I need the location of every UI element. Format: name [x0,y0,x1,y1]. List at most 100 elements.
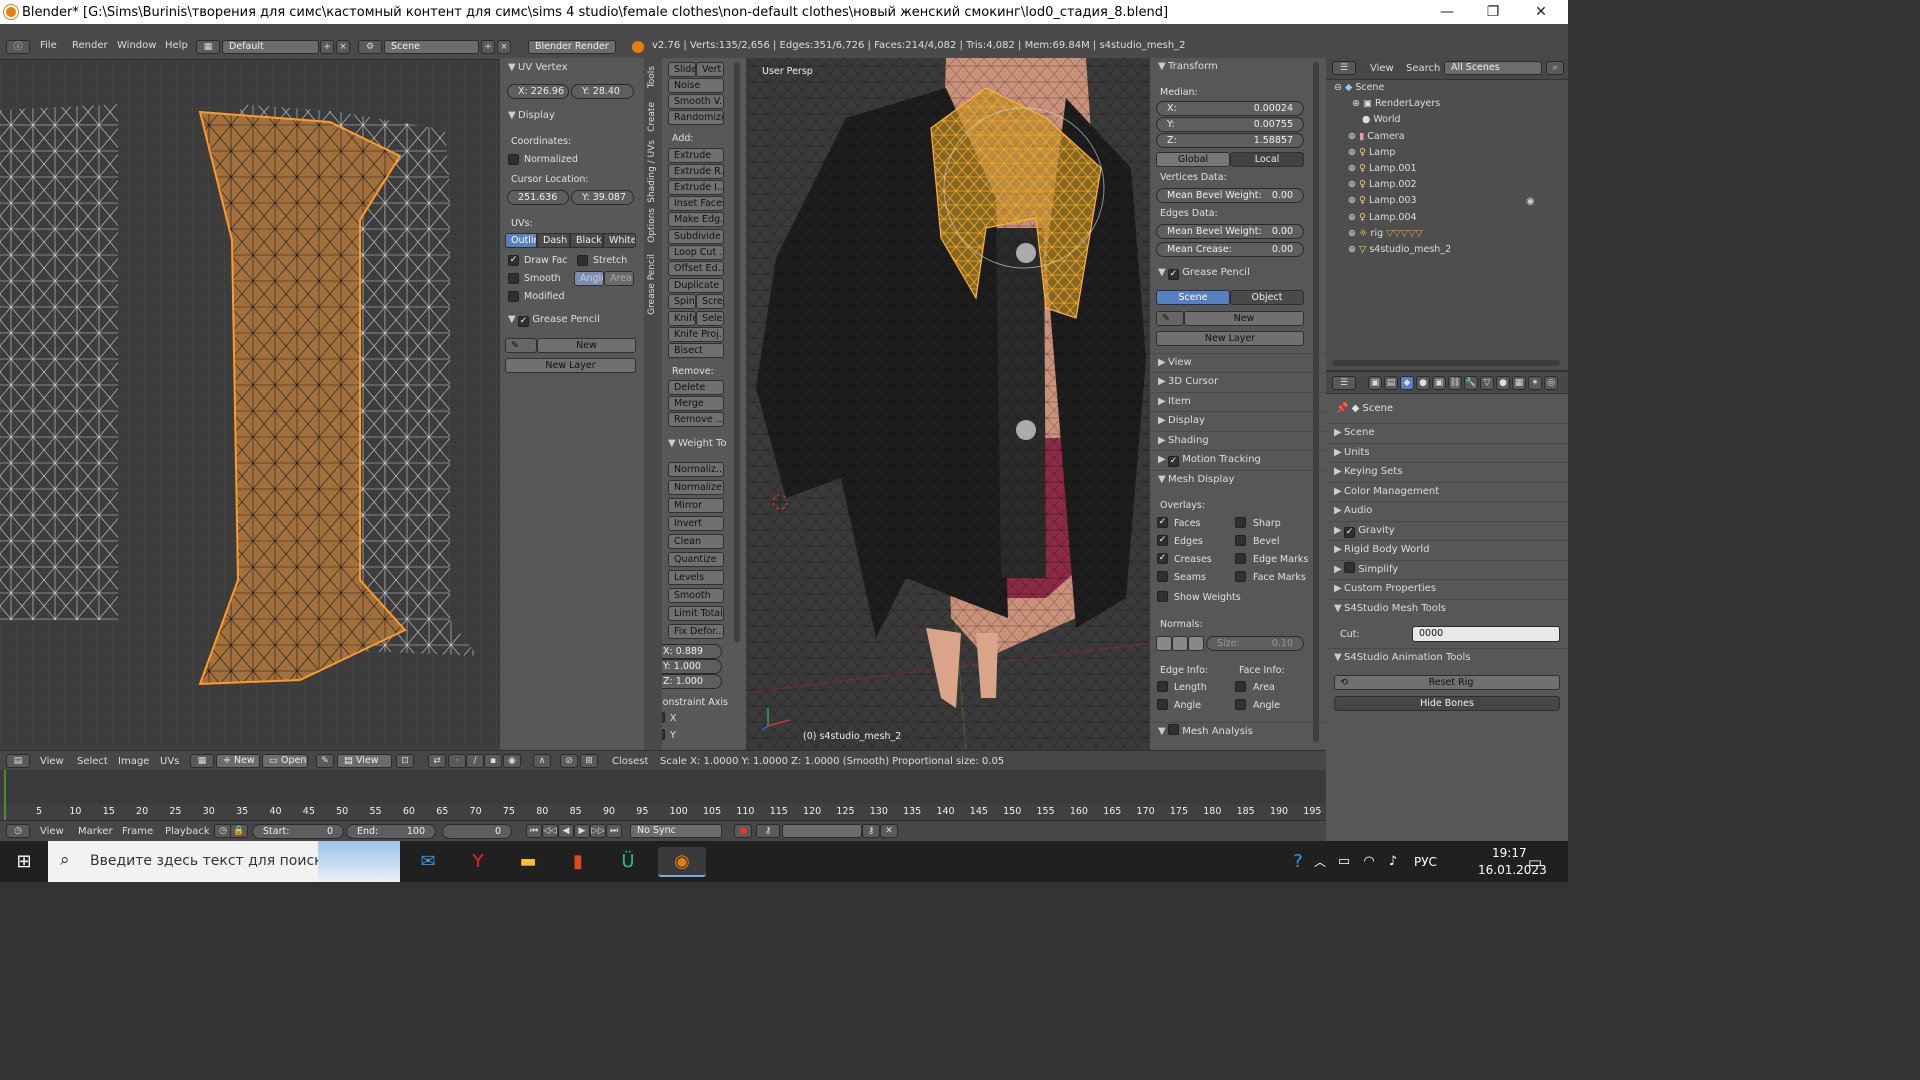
overlay-edge-marks-checkbox[interactable] [1235,553,1246,564]
tool-smooth[interactable]: Smooth [668,588,724,603]
language-indicator[interactable]: РУС [1414,855,1437,869]
display-header[interactable]: ▼ Display [508,110,555,121]
pencil-icon[interactable]: ✎ [505,338,537,353]
uv-vertex-header[interactable]: ▼ UV Vertex [508,62,567,73]
timeline-menu-view[interactable]: View [40,826,64,837]
jump-start-icon[interactable]: ⏮ [526,824,542,838]
scene-field[interactable]: Scene [384,40,479,54]
vertex-normals-icon[interactable] [1156,636,1172,651]
grease-new-layer-button[interactable]: New Layer [505,358,636,373]
timeline-menu-frame[interactable]: Frame [122,826,153,837]
edge-length-checkbox[interactable] [1157,681,1168,692]
windows-start-icon[interactable]: ⊞ [6,847,42,877]
tray-chevron-icon[interactable]: ︿ [1310,847,1330,877]
constraints-tab-icon[interactable]: ⛓ [1448,376,1462,390]
material-tab-icon[interactable]: ● [1496,376,1510,390]
jump-end-icon[interactable]: ⏭ [606,824,622,838]
tool-shelf-scrollbar[interactable] [734,62,740,642]
value-y-field[interactable]: Y: 1.000 [662,659,722,674]
particles-tab-icon[interactable]: ✶ [1528,376,1542,390]
taskbar-search-box[interactable]: ⌕ Введите здесь текст для поиска [48,841,400,882]
maximize-button[interactable]: ❐ [1470,0,1516,24]
section-color-management[interactable]: ▶ Color Management [1326,482,1568,501]
tool-limit-total[interactable]: Limit Total [668,606,724,621]
section-keying-sets[interactable]: ▶ Keying Sets [1326,462,1568,481]
image-open-button[interactable]: ▭ Open [262,754,308,768]
uv-mode-dash[interactable]: Dash [537,233,570,248]
add-layout-icon[interactable]: + [320,40,334,54]
world-tab-icon[interactable]: ● [1416,376,1430,390]
cursor-y-field[interactable]: Y: 39.087 [571,190,634,205]
outliner-item-renderlayers[interactable]: ⊕ ▣ RenderLayers [1352,98,1440,114]
layers-tab-icon[interactable]: ▤ [1384,376,1398,390]
timeline-menu-playback[interactable]: Playback [165,826,210,837]
mean-crease-field[interactable]: Mean Crease: 0.00 [1156,242,1304,257]
uv-editor[interactable] [0,60,500,750]
outliner-item-camera[interactable]: ⊕ ▮ Camera [1348,131,1405,147]
image-new-button[interactable]: + New [216,754,260,768]
stretch-checkbox[interactable] [577,255,588,266]
section-custom-properties[interactable]: ▶ Custom Properties [1326,579,1568,598]
tab-create[interactable]: Create [647,102,657,132]
local-toggle[interactable]: Local [1230,152,1304,167]
tool-merge[interactable]: Merge [668,396,724,411]
tool-extrude[interactable]: Extrude [668,148,724,163]
vertex-bevel-weight-field[interactable]: Mean Bevel Weight: 0.00 [1156,188,1304,203]
median-y-field[interactable]: Y: 0.00755 [1156,117,1304,132]
grease-new-layer-button-3d[interactable]: New Layer [1156,331,1304,346]
global-toggle[interactable]: Global [1156,152,1230,167]
modifiers-tab-icon[interactable]: 🔧 [1464,376,1478,390]
play-icon[interactable]: ▶ [574,824,590,838]
sync-mode-select[interactable]: No Sync [630,824,722,838]
start-frame-field[interactable]: Start: 0 [252,824,344,839]
texture-tab-icon[interactable]: ▦ [1512,376,1526,390]
timeline-editor-icon[interactable]: ◷ [6,824,30,838]
tool-randomize[interactable]: Randomize [668,110,724,125]
snap-icon[interactable]: ⊘ [560,754,578,768]
section-gravity[interactable]: ▶ ✓ Gravity [1326,521,1568,540]
weight-tools-header[interactable]: ▼ Weight To [668,438,727,449]
section-s4studio-mesh-tools[interactable]: ▼ S4Studio Mesh Tools [1326,599,1568,618]
play-reverse-icon[interactable]: ◀ [558,824,574,838]
modified-checkbox[interactable] [508,291,519,302]
blender-taskbar-icon[interactable]: ◉ [658,847,706,877]
vertex-select-icon[interactable]: · [448,754,466,768]
tool-subdivide[interactable]: Subdivide [668,229,724,244]
uv-grid-canvas[interactable] [0,60,500,750]
viewport-canvas[interactable] [746,58,1150,750]
render-tab-icon[interactable]: ▣ [1368,376,1382,390]
outliner-item-mesh[interactable]: ⊕ ▽ s4studio_mesh_2 [1348,244,1451,260]
section-item[interactable]: ▶ Item [1150,392,1326,411]
show-weights-checkbox[interactable] [1157,591,1168,602]
normals-size-field[interactable]: Size: 0.10 [1206,636,1304,651]
section-shading[interactable]: ▶ Shading [1150,431,1326,450]
pivot-icon[interactable]: ⊡ [396,754,414,768]
image-browse-icon[interactable]: ▦ [190,754,214,768]
lock-icon[interactable]: 🔒 [230,824,248,838]
tool-smooth-vertex[interactable]: Smooth V... [668,94,724,109]
tool-knife-project[interactable]: Knife Proj... [668,327,724,342]
section-simplify[interactable]: ▶ Simplify [1326,560,1568,579]
close-button[interactable]: ✕ [1518,0,1564,24]
tool-remove-doubles[interactable]: Remove ... [668,412,724,427]
tool-fix-deforms[interactable]: Fix Defor... [668,624,724,639]
section-mesh-analysis[interactable]: ▼ Mesh Analysis [1150,722,1326,741]
remove-layout-icon[interactable]: × [336,40,350,54]
outliner-item-rig[interactable]: ⊕ ☼ rig ▽▽▽▽▽ [1348,228,1423,244]
tool-invert[interactable]: Invert [668,516,724,531]
overlay-faces-checkbox[interactable]: ✓ [1157,517,1168,528]
uv-mode-black[interactable]: Black [570,233,603,248]
face-normals-icon[interactable] [1188,636,1204,651]
volume-icon[interactable]: ♪ [1382,847,1404,877]
reset-rig-button[interactable]: ⟲ Reset Rig [1334,675,1560,690]
uv-menu-view[interactable]: View [40,756,64,767]
mail-icon[interactable]: ✉ [410,847,446,877]
screen-layout-icon[interactable]: ▦ [196,40,220,54]
grease-object-toggle[interactable]: Object [1230,290,1304,305]
insert-keyframe-icon[interactable]: ⚷ [862,824,880,838]
snap-target-icon[interactable]: ⊞ [580,754,598,768]
face-select-icon[interactable]: ▪ [484,754,502,768]
section-rigid-body-world[interactable]: ▶ Rigid Body World [1326,540,1568,559]
3d-viewport[interactable]: User Persp (0) s4studio_mesh_2 [746,58,1150,750]
menu-window[interactable]: Window [117,40,156,51]
